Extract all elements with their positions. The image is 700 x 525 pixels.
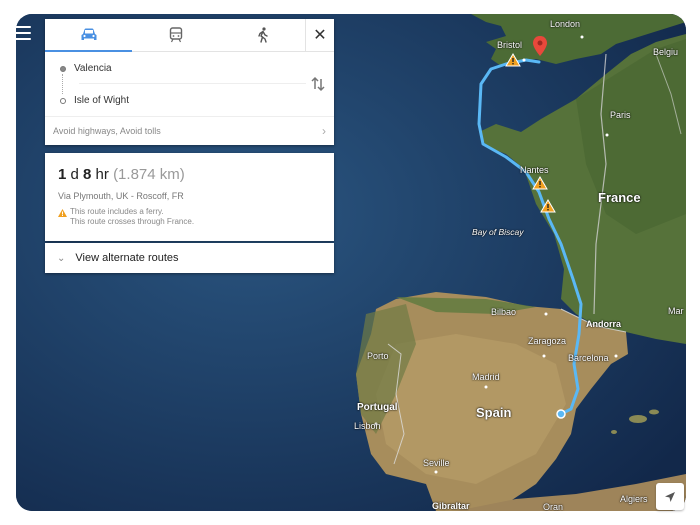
route-warnings: This route includes a ferry. This route … <box>58 207 194 227</box>
route-options[interactable]: Avoid highways, Avoid tolls › <box>45 117 334 145</box>
alternate-routes-button[interactable]: ⌄ View alternate routes <box>45 243 334 273</box>
map-label-portugal: Portugal <box>357 402 398 413</box>
origin-dot-icon <box>60 65 66 72</box>
destination-row[interactable]: Isle of Wight <box>60 95 129 106</box>
divider <box>79 83 306 84</box>
map-label-barcelona: Barcelona <box>568 353 609 363</box>
origin-input[interactable]: Valencia <box>74 63 112 74</box>
destination-dot-icon <box>60 97 66 104</box>
map-label-bristol: Bristol <box>497 40 523 50</box>
warning-icon <box>58 209 67 217</box>
map-label-seville: Seville <box>423 458 450 468</box>
map-label-zaragoza: Zaragoza <box>528 336 567 346</box>
route-hours: 8 <box>83 166 92 183</box>
route-days: 1 <box>58 166 67 183</box>
connector-line <box>62 74 63 94</box>
map-label-nantes: Nantes <box>520 165 549 175</box>
my-location-button[interactable] <box>656 483 684 510</box>
tab-walking[interactable] <box>219 19 306 51</box>
map-label-bay-of-biscay: Bay of Biscay <box>472 227 524 237</box>
walk-icon <box>257 27 268 43</box>
route-summary-card[interactable]: 1 d 8 hr (1.874 km) Via Plymouth, UK - R… <box>45 153 334 241</box>
map-label-gibraltar: Gibraltar <box>432 501 470 511</box>
map-label-mar: Mar <box>668 306 684 316</box>
route-hours-unit: hr <box>95 166 109 183</box>
travel-mode-tabs: ✕ <box>45 19 334 52</box>
tab-transit[interactable] <box>132 19 219 51</box>
close-button[interactable]: ✕ <box>305 19 334 51</box>
warning-ferry: This route includes a ferry. <box>70 207 164 216</box>
tab-driving[interactable] <box>45 19 132 52</box>
transit-icon <box>169 27 182 43</box>
destination-input[interactable]: Isle of Wight <box>74 95 129 106</box>
warning-border: This route crosses through France. <box>70 217 195 226</box>
map-label-porto: Porto <box>367 351 389 361</box>
map-label-andorra: Andorra <box>586 319 622 329</box>
navigation-arrow-icon <box>665 491 675 502</box>
route-duration: 1 d 8 hr (1.874 km) <box>58 166 185 183</box>
swap-icon[interactable] <box>310 76 326 92</box>
map-label-belgium: Belgiu <box>653 47 679 57</box>
waypoints: Valencia Isle of Wight <box>45 52 334 117</box>
menu-icon[interactable] <box>14 26 31 42</box>
route-options-label: Avoid highways, Avoid tolls <box>53 126 161 136</box>
route-distance: (1.874 km) <box>113 166 185 183</box>
map-label-oran: Oran <box>543 502 564 511</box>
map-label-madrid: Madrid <box>472 372 500 382</box>
chevron-down-icon: ⌄ <box>57 252 66 264</box>
route-via: Via Plymouth, UK - Roscoff, FR <box>58 191 184 201</box>
origin-marker <box>556 409 566 419</box>
origin-row[interactable]: Valencia <box>60 63 112 74</box>
map-label-london: London <box>550 19 581 29</box>
directions-panel: ✕ Valencia Isle of Wight Avoid highways,… <box>45 19 334 145</box>
map-label-bilbao: Bilbao <box>491 307 517 317</box>
map-label-france: France <box>598 190 641 205</box>
route-days-unit: d <box>70 166 79 183</box>
alternate-routes-label: View alternate routes <box>75 252 179 264</box>
chevron-right-icon: › <box>322 124 326 138</box>
map-label-algiers: Algiers <box>620 494 648 504</box>
map-label-spain: Spain <box>476 405 512 420</box>
car-icon <box>81 28 96 40</box>
map-label-lisbon: Lisbon <box>354 421 381 431</box>
map-label-paris: Paris <box>610 110 631 120</box>
